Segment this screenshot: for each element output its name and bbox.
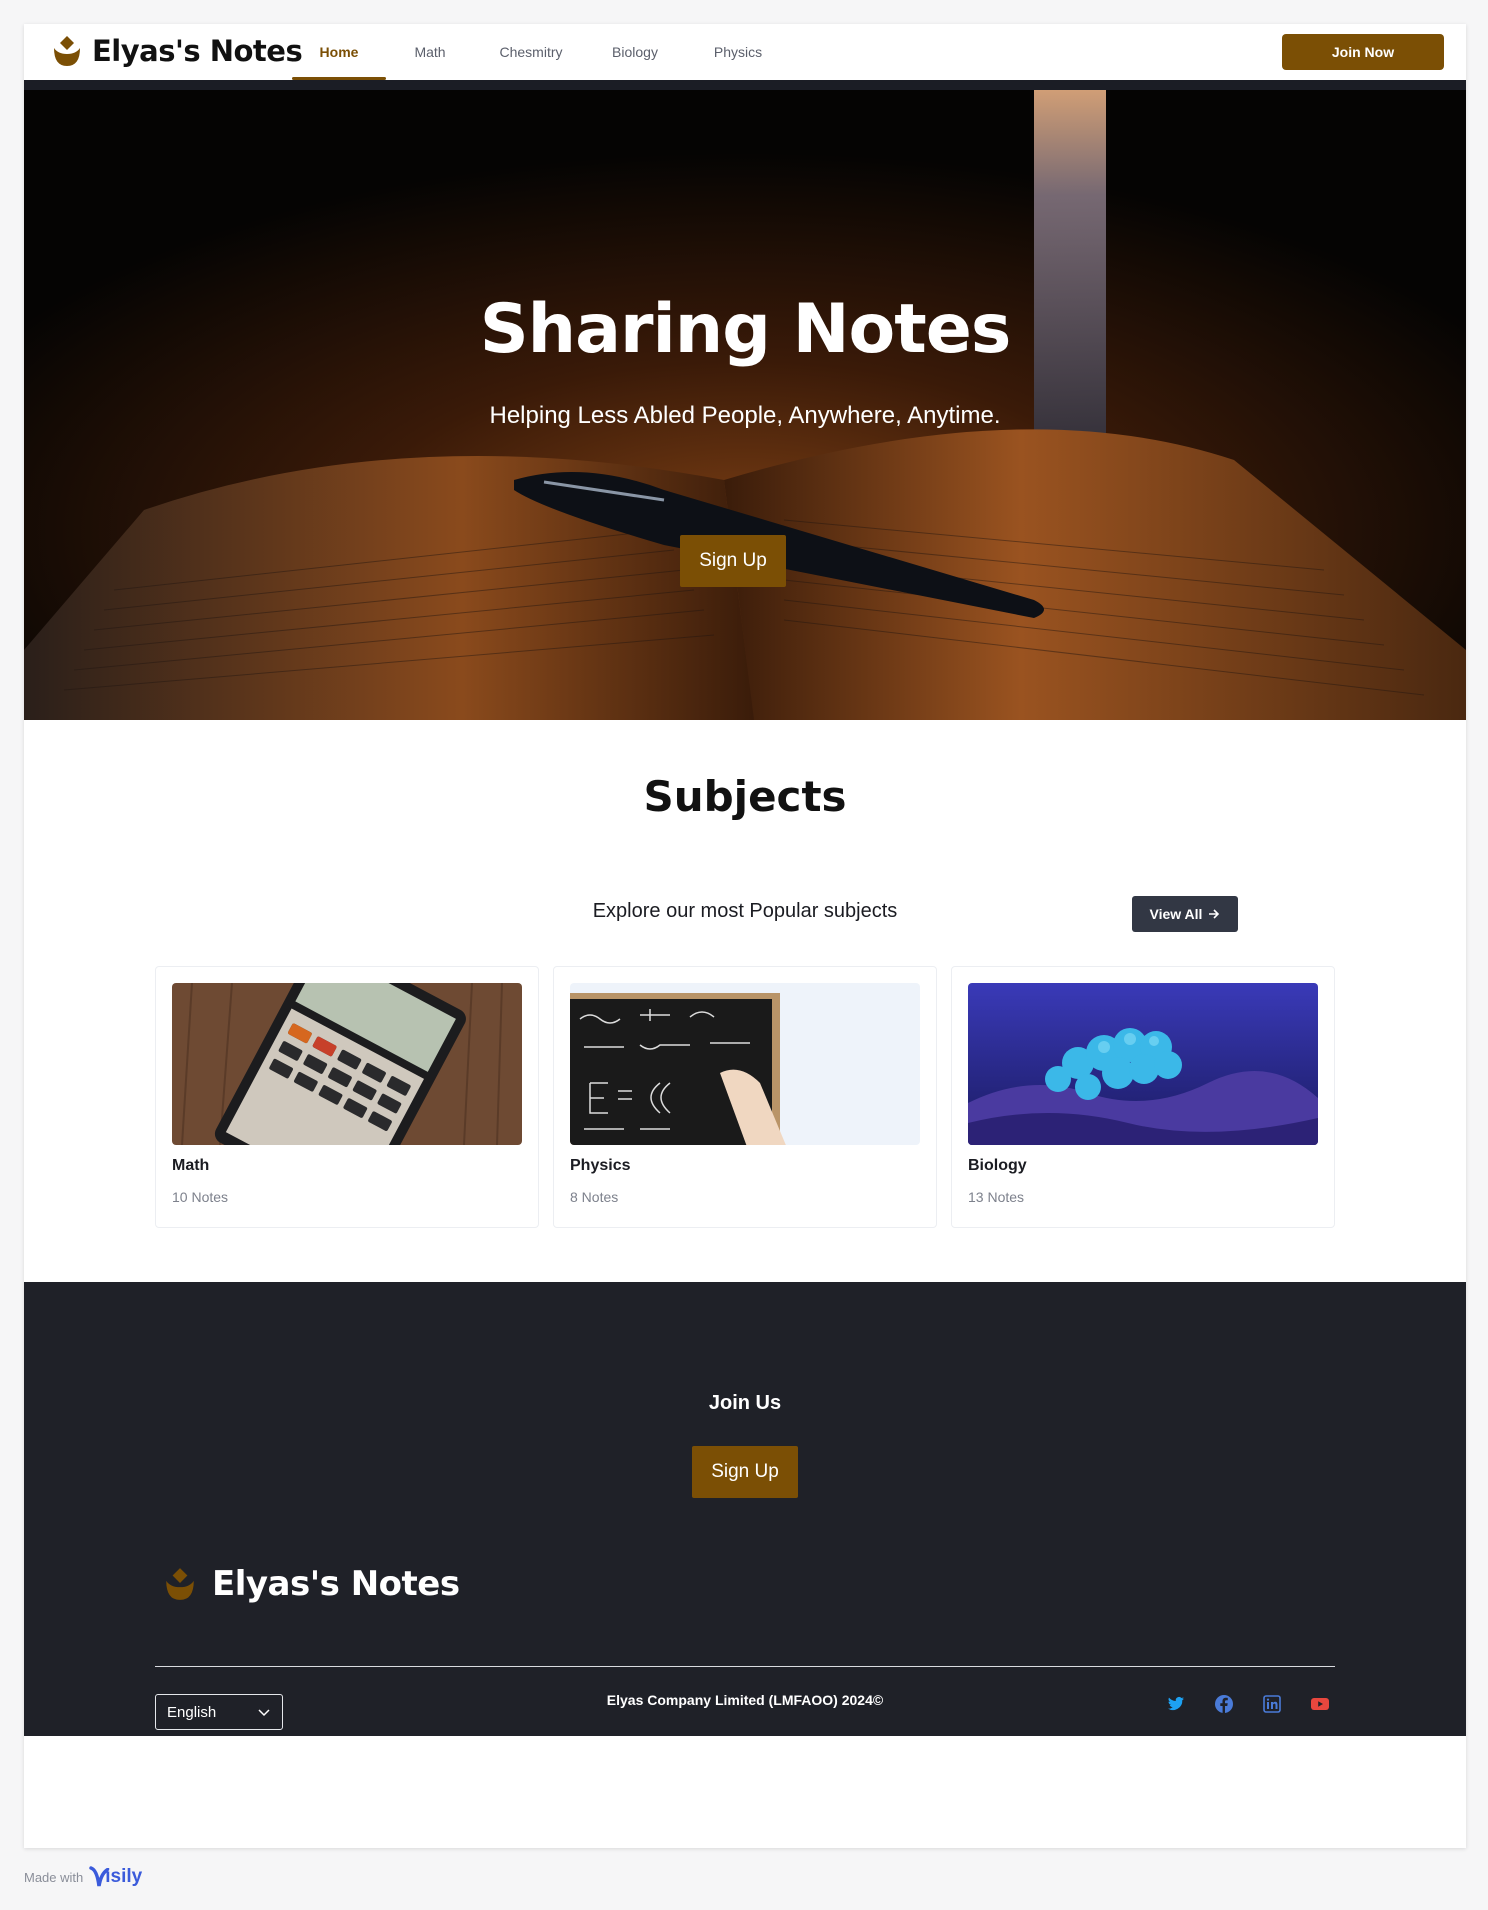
card-note-count: 10 Notes: [172, 1189, 229, 1205]
card-title: Physics: [570, 1157, 631, 1174]
facebook-icon[interactable]: [1214, 1694, 1234, 1714]
biology-coral-image: [968, 983, 1318, 1145]
footer-signup-button[interactable]: Sign Up: [692, 1446, 798, 1498]
top-navbar: Elyas's Notes Home Math Chesmitry Biolog…: [24, 24, 1466, 80]
hero-subtitle: Helping Less Abled People, Anywhere, Any…: [489, 402, 1001, 429]
made-with-badge[interactable]: Made with isily: [24, 1866, 142, 1888]
nav-link-math[interactable]: Math: [386, 24, 474, 80]
hero-title: Sharing Notes: [479, 290, 1012, 369]
view-all-label: View All: [1149, 906, 1203, 922]
nav-link-chemistry[interactable]: Chesmitry: [474, 24, 588, 80]
brand-leaf-icon: [166, 1568, 194, 1600]
subject-card-physics[interactable]: Physics 8 Notes: [553, 966, 937, 1228]
page: Elyas's Notes Home Math Chesmitry Biolog…: [24, 24, 1466, 1848]
linkedin-icon[interactable]: [1262, 1694, 1282, 1714]
card-note-count: 13 Notes: [968, 1189, 1025, 1205]
hero-section: Sharing Notes Helping Less Abled People,…: [24, 80, 1466, 720]
footer: Join Us Sign Up Elyas's Notes English El…: [24, 1282, 1466, 1736]
subjects-explore-text: Explore our most Popular subjects: [592, 900, 898, 922]
footer-brand-name: Elyas's Notes: [212, 1564, 460, 1604]
subjects-title: Subjects: [643, 772, 847, 821]
twitter-icon[interactable]: [1166, 1694, 1186, 1714]
social-links: [1166, 1694, 1330, 1714]
brand-name: Elyas's Notes: [92, 34, 303, 68]
join-now-button[interactable]: Join Now: [1282, 34, 1444, 70]
hero-signup-button[interactable]: Sign Up: [680, 535, 786, 587]
physics-chalkboard-image: [570, 983, 920, 1145]
subject-card-biology[interactable]: Biology 13 Notes: [951, 966, 1335, 1228]
youtube-icon[interactable]: [1310, 1694, 1330, 1714]
card-note-count: 8 Notes: [570, 1189, 619, 1205]
nav-links: Home Math Chesmitry Biology Physics: [292, 24, 794, 80]
made-with-text: Made with: [24, 1869, 84, 1885]
chevron-down-icon: [258, 1709, 270, 1717]
math-calculator-image: [172, 983, 522, 1145]
footer-divider: [155, 1666, 1335, 1667]
view-all-button[interactable]: View All: [1132, 896, 1238, 932]
card-title: Biology: [968, 1157, 1027, 1174]
card-title: Math: [172, 1157, 210, 1174]
nav-link-biology[interactable]: Biology: [588, 24, 682, 80]
subject-card-math[interactable]: Math 10 Notes: [155, 966, 539, 1228]
brand[interactable]: Elyas's Notes: [52, 34, 303, 68]
footer-brand[interactable]: Elyas's Notes: [164, 1564, 460, 1604]
arrow-right-icon: [1209, 909, 1220, 919]
join-us-title: Join Us: [708, 1392, 782, 1414]
nav-link-home[interactable]: Home: [292, 24, 386, 80]
nav-link-physics[interactable]: Physics: [682, 24, 794, 80]
visily-name: isily: [105, 1866, 143, 1887]
brand-leaf-icon: [54, 36, 80, 66]
subject-cards: Math 10 Notes Physics 8 Notes Biology 13…: [155, 966, 1335, 1228]
